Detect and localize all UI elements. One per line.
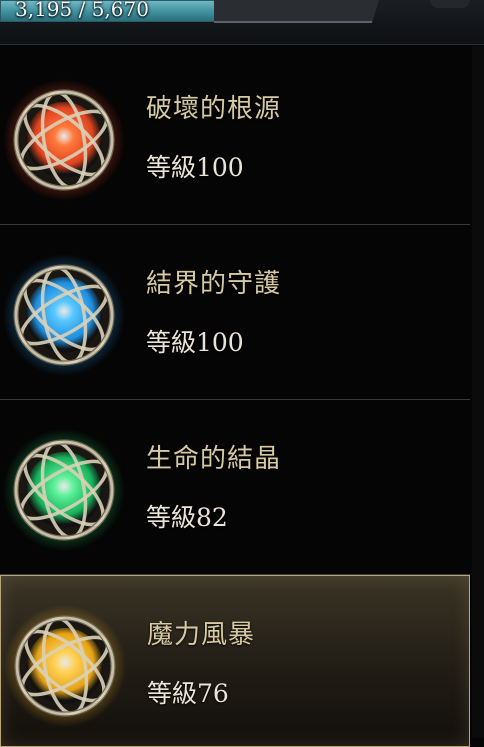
crystal-level: 等級100 xyxy=(146,153,244,182)
progress-frame xyxy=(214,0,379,22)
crystal-name: 魔力風暴 xyxy=(147,620,256,650)
gold-crystal-orb-icon xyxy=(4,605,126,727)
top-right-ornament xyxy=(430,0,470,8)
crystal-row-barrier[interactable]: 結界的守護 等級100 xyxy=(0,225,470,400)
crystal-name: 結界的守護 xyxy=(146,269,282,299)
header-bar: 3,195 / 5,670 xyxy=(0,0,484,45)
green-crystal-orb-icon xyxy=(3,429,125,551)
crystal-row-destruction[interactable]: 破壞的根源 等級100 xyxy=(0,50,470,225)
crystal-name: 破壞的根源 xyxy=(146,94,282,124)
exp-counter: 3,195 / 5,670 xyxy=(0,0,215,22)
blue-crystal-orb-icon xyxy=(3,254,125,376)
crystal-level: 等級100 xyxy=(146,328,244,357)
crystal-row-mana-storm[interactable]: 魔力風暴 等級76 xyxy=(0,575,470,747)
progress-frame-edge xyxy=(214,21,372,23)
red-crystal-orb-icon xyxy=(3,79,125,201)
crystal-level: 等級76 xyxy=(147,679,229,708)
crystal-level: 等級82 xyxy=(146,503,228,532)
crystal-list: 破壞的根源 等級100 結界的守護 等級100 生命的結晶 等級82 魔力風暴 … xyxy=(0,50,470,747)
crystal-row-life[interactable]: 生命的結晶 等級82 xyxy=(0,400,470,575)
scrollbar[interactable] xyxy=(472,46,484,738)
crystal-name: 生命的結晶 xyxy=(146,444,282,474)
exp-text: 3,195 / 5,670 xyxy=(15,0,149,21)
